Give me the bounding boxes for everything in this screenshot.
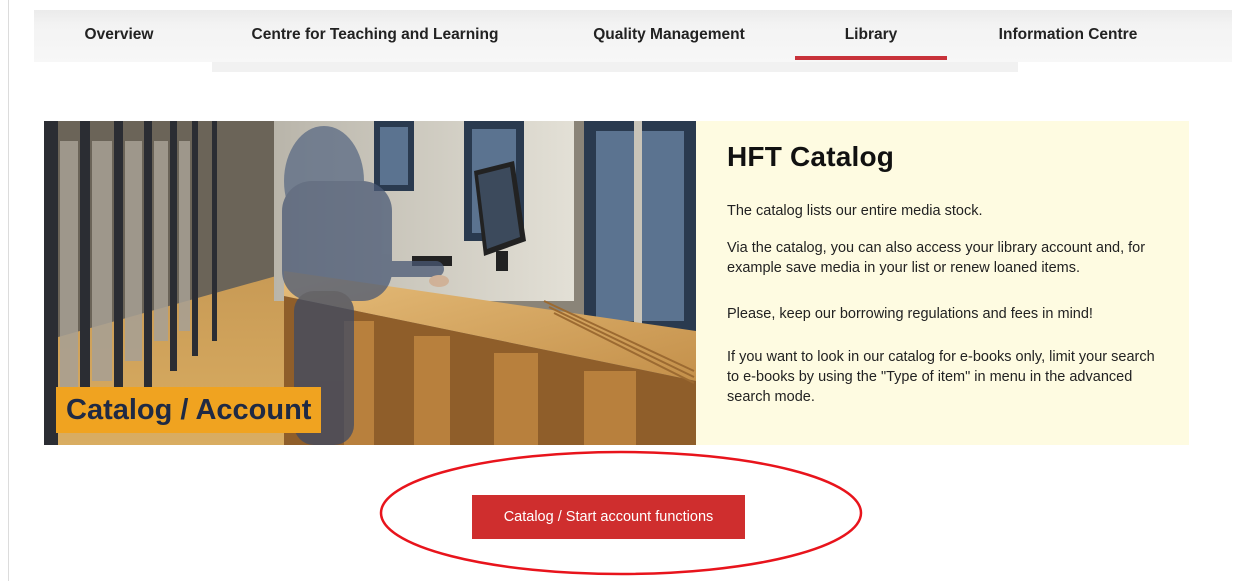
catalog-paragraph-3: Please, keep our borrowing regulations a… [727, 306, 1093, 322]
catalog-paragraph-1: The catalog lists our entire media stock… [727, 203, 983, 219]
hero-caption: Catalog / Account [56, 387, 322, 433]
catalog-paragraph-4: If you want to look in our catalog for e… [727, 349, 1155, 405]
page-left-border [8, 0, 9, 581]
nav-item-library[interactable]: Library [795, 10, 947, 62]
top-navigation: Overview Centre for Teaching and Learnin… [34, 10, 1232, 62]
nav-shadow [212, 62, 1018, 72]
nav-item-quality-management[interactable]: Quality Management [589, 10, 749, 62]
nav-item-information-centre[interactable]: Information Centre [989, 10, 1147, 62]
nav-item-centre-for-teaching-and-learning[interactable]: Centre for Teaching and Learning [237, 10, 513, 62]
catalog-title: HFT Catalog [727, 141, 895, 172]
nav-item-overview[interactable]: Overview [78, 10, 160, 62]
start-account-functions-button[interactable]: Catalog / Start account functions [472, 495, 745, 539]
catalog-info-panel: HFT Catalog The catalog lists our entire… [696, 121, 1189, 445]
catalog-paragraph-2: Via the catalog, you can also access you… [727, 240, 1146, 276]
